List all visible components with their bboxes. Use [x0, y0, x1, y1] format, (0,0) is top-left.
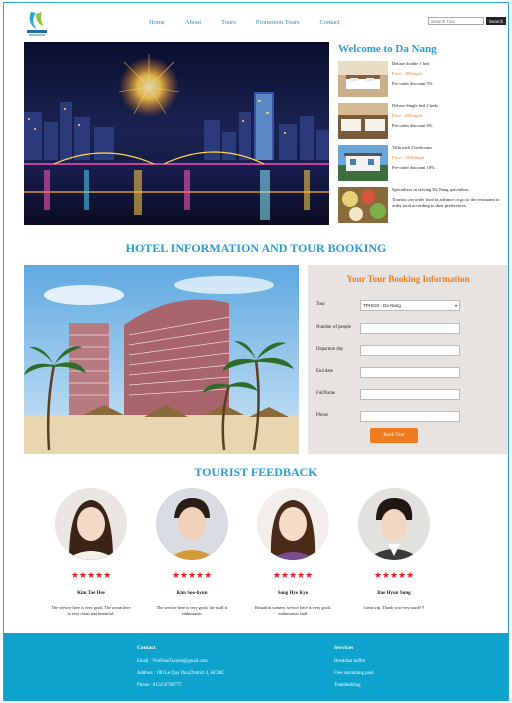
specialty-text: Specializes in serving Da Nang specialti… — [392, 187, 470, 192]
field-tour: Tour TPHCM - Da Nang ▾ — [316, 300, 506, 312]
logo-icon — [27, 12, 47, 36]
field-people: Number of people — [316, 323, 506, 335]
nav-home[interactable]: Home — [149, 19, 165, 26]
room-thumbnail — [338, 103, 388, 139]
reviewer-name: Song Hye Kyo — [277, 591, 309, 596]
feedback-card: ★★★★★ Kim Tae Hee The service here is ve… — [51, 488, 131, 616]
specialty-card[interactable]: Specializes in serving Da Nang specialti… — [338, 187, 508, 227]
review-text: Great trip. Thank you very much!!! — [363, 605, 425, 610]
review-text: The service here is very good. The ocean… — [51, 605, 131, 616]
room-title: Villa with 3 bedrooms — [392, 145, 433, 150]
search-button[interactable]: Search — [486, 17, 506, 25]
specialty-text-detail: Tourists can order food in advance or go… — [392, 197, 500, 208]
food-thumbnail — [338, 187, 388, 223]
room-price: Price : 30$/night — [392, 71, 422, 76]
tour-select-value: TPHCM - Da Nang — [363, 303, 401, 308]
room-card[interactable]: Villa with 3 bedrooms Price : 100$/night… — [338, 145, 508, 185]
review-text: Beautiful scenery, service here is very … — [254, 605, 332, 616]
room-price: Price : 100$/night — [392, 155, 425, 160]
section-title-feedback: TOURIST FEEDBACK — [194, 465, 318, 479]
fullname-input[interactable] — [360, 389, 460, 400]
field-label: FullName — [316, 391, 336, 396]
rating-stars: ★★★★★ — [70, 570, 112, 580]
nav-tours[interactable]: Tours — [221, 19, 236, 26]
room-discount: Pre-order discount 5% — [392, 81, 433, 86]
room-title: Deluxe Single bed 2 beds — [392, 103, 438, 108]
footer-contact-title: Contact — [137, 645, 156, 651]
avatar — [358, 488, 430, 560]
room-price: Price : 45$/night — [392, 113, 422, 118]
field-label: Departure day — [316, 347, 344, 352]
reviewer-name: Kim Tae Hee — [77, 591, 105, 596]
booking-title: Your Tour Booking Information — [346, 274, 470, 284]
footer-address: Address : 180 Le Quy Don,District 3, HCM… — [137, 671, 225, 676]
book-tour-button[interactable]: Book Tour — [370, 428, 418, 443]
room-thumbnail — [338, 145, 388, 181]
field-end-date: End date — [316, 367, 506, 379]
room-discount: Pre-order discount 10% — [392, 165, 435, 170]
booking-form: Your Tour Booking Information Tour TPHCM… — [308, 265, 508, 454]
header: Home About Tours Promotion Tours Contact… — [4, 3, 508, 43]
chevron-down-icon: ▾ — [454, 303, 457, 308]
hero-image — [24, 42, 329, 225]
avatar — [257, 488, 329, 560]
section-title-booking: HOTEL INFORMATION AND TOUR BOOKING — [125, 241, 387, 255]
footer-service-item: Teambuilding — [334, 683, 361, 688]
welcome-title: Welcome to Da Nang — [338, 43, 437, 55]
room-card[interactable]: Deluxe double 1 bed Price : 30$/night Pr… — [338, 61, 508, 101]
footer-email[interactable]: Email : VietNamTourist@gmail.com — [137, 659, 225, 665]
field-label: End date — [316, 369, 333, 374]
avatar — [55, 488, 127, 560]
page-frame: Home About Tours Promotion Tours Contact… — [3, 2, 509, 701]
field-label: Phone — [316, 413, 328, 418]
review-text: The service here is very good, the staff… — [156, 605, 228, 616]
feedback-card: ★★★★★ Kim Soo-hyun The service here is v… — [152, 488, 232, 616]
avatar — [156, 488, 228, 560]
room-card[interactable]: Deluxe Single bed 2 beds Price : 45$/nig… — [338, 103, 508, 143]
footer-service-item: Breakfast buffet — [334, 659, 365, 664]
tour-select[interactable]: TPHCM - Da Nang ▾ — [360, 300, 460, 311]
reviewer-name: Bae Hyun Sung — [377, 591, 411, 596]
field-departure: Departure day — [316, 345, 506, 357]
feedback-card: ★★★★★ Song Hye Kyo Beautiful scenery, se… — [253, 488, 333, 616]
room-discount: Pre-order discount 8% — [392, 123, 433, 128]
footer: Contact Email : VietNamTourist@gmail.com… — [4, 633, 508, 701]
feedback-card: ★★★★★ Bae Hyun Sung Great trip. Thank yo… — [354, 488, 434, 611]
end-date-input[interactable] — [360, 367, 460, 378]
footer-contact: Contact Email : VietNamTourist@gmail.com… — [137, 645, 225, 695]
logo[interactable] — [24, 9, 50, 39]
rating-stars: ★★★★★ — [272, 570, 314, 580]
search-input[interactable] — [428, 17, 484, 25]
rating-stars: ★★★★★ — [171, 570, 213, 580]
footer-service-item: Free swimming pool — [334, 671, 374, 676]
departure-day-input[interactable] — [360, 345, 460, 356]
rating-stars: ★★★★★ — [373, 570, 415, 580]
field-phone: Phone — [316, 411, 506, 423]
room-thumbnail — [338, 61, 388, 97]
welcome-panel: Welcome to Da Nang — [338, 43, 508, 61]
number-of-people-input[interactable] — [360, 323, 460, 334]
phone-input[interactable] — [360, 411, 460, 422]
nav-contact[interactable]: Contact — [320, 19, 340, 26]
footer-phone: Phone : 012456789777 — [137, 683, 182, 688]
search-bar: Search — [428, 17, 506, 25]
field-fullname: FullName — [316, 389, 506, 401]
main-nav: Home About Tours Promotion Tours Contact — [149, 19, 360, 26]
hotel-image — [24, 265, 299, 454]
room-title: Deluxe double 1 bed — [392, 61, 430, 66]
reviewer-name: Kim Soo-hyun — [176, 591, 208, 596]
nav-promotion-tours[interactable]: Promotion Tours — [256, 19, 300, 26]
field-label: Tour — [316, 302, 325, 307]
footer-services-title: Services — [334, 645, 354, 651]
footer-services: Services Breakfast buffet Free swimming … — [334, 645, 374, 695]
nav-about[interactable]: About — [185, 19, 201, 26]
field-label: Number of people — [316, 325, 351, 330]
